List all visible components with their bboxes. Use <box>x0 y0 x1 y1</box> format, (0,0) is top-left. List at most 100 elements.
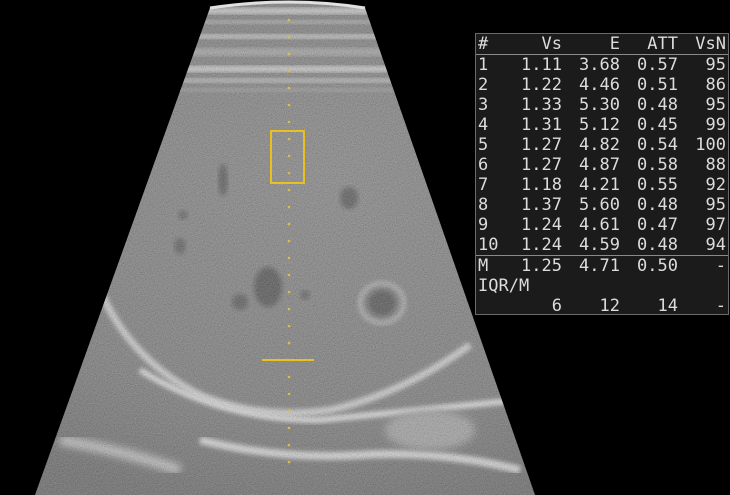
table-cell: 95 <box>705 195 726 215</box>
iqr-label: IQR/M <box>478 276 530 296</box>
table-cell: 1.37 <box>521 195 562 215</box>
table-cell <box>476 296 508 316</box>
table-cell: 5.60 <box>579 195 620 215</box>
table-cell: 0.58 <box>637 155 678 175</box>
depth-marker-dot <box>287 392 291 396</box>
depth-marker-dot <box>287 171 291 175</box>
table-cell: 2 <box>478 75 489 95</box>
table-row: 8 1.37 5.60 0.48 95 <box>476 195 728 215</box>
table-cell: - <box>715 256 726 276</box>
depth-marker-dot <box>287 460 291 464</box>
depth-marker-dot <box>287 409 291 413</box>
column-header: VsN <box>695 34 726 54</box>
measurement-table: # Vs E ATT VsN 1 1.11 3.68 0.57 95 2 1.22 4.46 0… <box>475 33 729 316</box>
depth-marker-dot <box>287 273 291 277</box>
depth-marker-dot <box>287 137 291 141</box>
table-cell: 1.18 <box>521 175 562 195</box>
table-cell: 4.61 <box>579 215 620 235</box>
table-cell: 0.48 <box>637 235 678 255</box>
table-cell: 1.33 <box>521 95 562 115</box>
depth-marker-dot <box>287 120 291 124</box>
depth-marker-dot <box>287 426 291 430</box>
table-cell: 1.27 <box>521 135 562 155</box>
depth-marker-dot <box>287 443 291 447</box>
table-cell: 4.46 <box>579 75 620 95</box>
table-row: 4 1.31 5.12 0.45 99 <box>476 115 728 135</box>
table-header-row: # Vs E ATT VsN <box>476 34 728 55</box>
table-cell: 4 <box>478 115 489 135</box>
table-cell: 0.48 <box>637 95 678 115</box>
table-cell: 95 <box>705 95 726 115</box>
depth-marker-dot <box>287 205 291 209</box>
table-cell: 7 <box>478 175 489 195</box>
depth-marker-dot <box>287 188 291 192</box>
table-cell: 1.24 <box>521 235 562 255</box>
table-cell: 0.47 <box>637 215 678 235</box>
table-cell: 4.71 <box>579 256 620 276</box>
table-cell: 9 <box>478 215 489 235</box>
table-cell: 97 <box>705 215 726 235</box>
table-row: 7 1.18 4.21 0.55 92 <box>476 175 728 195</box>
depth-marker-dot <box>287 154 291 158</box>
depth-marker-dot <box>287 307 291 311</box>
table-cell: 3.68 <box>579 55 620 75</box>
table-cell: 10 <box>478 235 499 255</box>
table-cell: 5 <box>478 135 489 155</box>
table-cell: 0.51 <box>637 75 678 95</box>
table-cell: 99 <box>705 115 726 135</box>
column-header: E <box>609 34 620 54</box>
table-cell: 92 <box>705 175 726 195</box>
column-header: Vs <box>541 34 562 54</box>
depth-marker-dot <box>287 239 291 243</box>
table-cell: 86 <box>705 75 726 95</box>
table-cell: 0.55 <box>637 175 678 195</box>
table-cell: 1.27 <box>521 155 562 175</box>
table-cell: 100 <box>695 135 726 155</box>
depth-marker-dot <box>287 69 291 73</box>
depth-marker-dot <box>287 222 291 226</box>
table-cell: 95 <box>705 55 726 75</box>
table-row: 3 1.33 5.30 0.48 95 <box>476 95 728 115</box>
table-row: 2 1.22 4.46 0.51 86 <box>476 75 728 95</box>
depth-marker-dot <box>287 103 291 107</box>
iqr-row: 6 12 14 - <box>476 296 728 316</box>
table-cell: 5.12 <box>579 115 620 135</box>
depth-marker-dot <box>287 52 291 56</box>
table-cell: 1.31 <box>521 115 562 135</box>
table-cell: 0.48 <box>637 195 678 215</box>
table-cell: - <box>715 296 726 316</box>
depth-marker-dot <box>287 341 291 345</box>
depth-marker-dot <box>287 86 291 90</box>
table-cell: 6 <box>478 155 489 175</box>
table-row: 9 1.24 4.61 0.47 97 <box>476 215 728 235</box>
table-cell: 0.54 <box>637 135 678 155</box>
table-cell: 4.21 <box>579 175 620 195</box>
table-cell: 0.57 <box>637 55 678 75</box>
table-cell: 1.11 <box>521 55 562 75</box>
table-cell: 88 <box>705 155 726 175</box>
depth-marker-dot <box>287 256 291 260</box>
table-cell: 1.24 <box>521 215 562 235</box>
table-cell: 94 <box>705 235 726 255</box>
table-cell: 1.22 <box>521 75 562 95</box>
table-cell: 5.30 <box>579 95 620 115</box>
mean-row: M 1.25 4.71 0.50 - <box>476 255 728 276</box>
table-cell: 0.50 <box>637 256 678 276</box>
table-row: 10 1.24 4.59 0.48 94 <box>476 235 728 255</box>
column-header: # <box>478 34 489 54</box>
table-cell: 4.87 <box>579 155 620 175</box>
column-header: ATT <box>647 34 678 54</box>
table-cell: M <box>478 256 489 276</box>
table-cell: 12 <box>599 296 620 316</box>
table-cell: 4.82 <box>579 135 620 155</box>
depth-marker-dot <box>287 35 291 39</box>
table-cell: 0.45 <box>637 115 678 135</box>
table-cell: 1.25 <box>521 256 562 276</box>
depth-marker-dot <box>287 18 291 22</box>
table-row: 5 1.27 4.82 0.54 100 <box>476 135 728 155</box>
table-row: 6 1.27 4.87 0.58 88 <box>476 155 728 175</box>
table-cell: 6 <box>551 296 562 316</box>
table-cell: 8 <box>478 195 489 215</box>
table-cell: 3 <box>478 95 489 115</box>
depth-marker-dot <box>287 324 291 328</box>
